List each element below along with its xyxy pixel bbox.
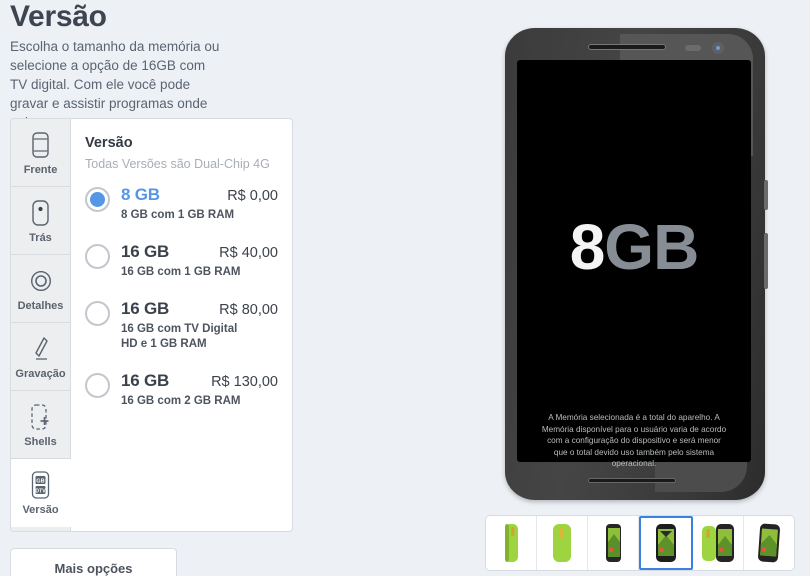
earpiece-speaker-icon	[588, 44, 666, 50]
option-price: R$ 80,00	[219, 302, 278, 318]
option-row-16gb-2gbram[interactable]: 16 GB R$ 130,00 16 GB com 2 GB RAM	[85, 371, 278, 409]
front-camera-icon	[712, 42, 724, 54]
tab-shells[interactable]: Shells	[11, 391, 70, 459]
option-size: 16 GB	[121, 371, 170, 390]
option-details: 8 GB R$ 0,00 8 GB com 1 GB RAM	[121, 185, 278, 223]
option-details: 16 GB R$ 130,00 16 GB com 2 GB RAM	[121, 371, 278, 409]
phone-back-icon	[28, 198, 54, 228]
option-details: 16 GB R$ 40,00 16 GB com 1 GB RAM	[121, 242, 278, 280]
left-column: Versão Escolha o tamanho da memória ou s…	[0, 0, 300, 576]
radio-8gb[interactable]	[85, 187, 110, 212]
phone-back-green-flat-icon	[553, 524, 571, 562]
volume-button[interactable]	[764, 233, 768, 289]
shell-plus-icon	[28, 402, 54, 432]
thumbnail-front-angled-left[interactable]	[588, 516, 639, 570]
gb-dtv-icon: GB DTV	[28, 470, 54, 500]
tab-frente[interactable]: Frente	[11, 119, 70, 187]
option-row-16gb-1gbram[interactable]: 16 GB R$ 40,00 16 GB com 1 GB RAM	[85, 242, 278, 280]
phone-preview: 8GB A Memória selecionada é a total do a…	[505, 28, 768, 500]
tab-label: Versão	[22, 504, 59, 516]
bottom-speaker-icon	[588, 478, 676, 483]
version-options-panel: Versão Todas Versões são Dual-Chip 4G 8 …	[71, 119, 292, 531]
pen-engrave-icon	[28, 334, 54, 364]
tab-label: Detalhes	[17, 299, 64, 312]
tab-label: Frente	[23, 163, 58, 176]
tab-detalhes[interactable]: Detalhes	[11, 255, 70, 323]
memory-disclaimer: A Memória selecionada é a total do apare…	[541, 413, 727, 468]
phone-front-angled-right-icon	[758, 523, 780, 563]
radio-16gb-tvdigital[interactable]	[85, 301, 110, 326]
tab-label: Trás	[29, 231, 52, 244]
svg-text:GB: GB	[36, 478, 44, 484]
thumbnail-front-angled-right[interactable]	[744, 516, 794, 570]
tab-label: Shells	[24, 435, 57, 448]
tab-label: Gravação	[15, 367, 66, 380]
options-title: Versão	[85, 135, 133, 151]
option-category-tabs: Frente Trás Detalhes Gravação Shells GB …	[11, 119, 71, 531]
option-price: R$ 0,00	[227, 188, 278, 204]
phone-screen: 8GB A Memória selecionada é a total do a…	[517, 60, 751, 468]
page-title: Versão	[10, 0, 107, 33]
power-button[interactable]	[764, 180, 768, 210]
thumbnail-strip	[485, 515, 795, 571]
option-details: 16 GB R$ 80,00 16 GB com TV Digital HD e…	[121, 299, 278, 352]
radio-16gb-2gbram[interactable]	[85, 373, 110, 398]
option-note: 16 GB com 2 GB RAM	[121, 395, 241, 407]
tab-tras[interactable]: Trás	[11, 187, 70, 255]
product-configurator-page: Versão Escolha o tamanho da memória ou s…	[0, 0, 810, 576]
phone-front-and-back-icon	[702, 524, 734, 562]
phone-body: 8GB A Memória selecionada é a total do a…	[505, 28, 768, 500]
option-price: R$ 130,00	[211, 374, 278, 390]
configuration-card: Frente Trás Detalhes Gravação Shells GB …	[10, 118, 293, 532]
phone-back-green-angled-icon	[505, 524, 518, 562]
option-note: 8 GB com 1 GB RAM	[121, 209, 235, 221]
phone-front-straight-icon	[656, 524, 676, 562]
tab-gravacao[interactable]: Gravação	[11, 323, 70, 391]
phone-front-icon	[28, 130, 54, 160]
phone-front-angled-left-icon	[606, 524, 621, 562]
option-note: 16 GB com TV Digital HD e 1 GB RAM	[121, 323, 238, 350]
target-rings-icon	[28, 266, 54, 296]
option-size: 16 GB	[121, 242, 170, 261]
radio-16gb-1gbram[interactable]	[85, 244, 110, 269]
option-size: 8 GB	[121, 185, 160, 204]
thumbnail-front-straight[interactable]	[639, 516, 693, 570]
proximity-sensor-icon	[685, 45, 701, 51]
svg-text:DTV: DTV	[35, 488, 46, 494]
thumbnail-back-green-angled[interactable]	[486, 516, 537, 570]
tab-versao[interactable]: GB DTV Versão	[11, 459, 71, 527]
option-price: R$ 40,00	[219, 245, 278, 261]
screen-capacity-number: 8	[569, 211, 606, 283]
more-options-label: Mais opções	[54, 560, 133, 576]
options-subtitle: Todas Versões são Dual-Chip 4G	[85, 157, 270, 171]
option-size: 16 GB	[121, 299, 170, 318]
option-note: 16 GB com 1 GB RAM	[121, 266, 241, 278]
screen-capacity-unit: GB	[604, 211, 699, 283]
option-row-16gb-tvdigital[interactable]: 16 GB R$ 80,00 16 GB com TV Digital HD e…	[85, 299, 278, 352]
option-row-8gb[interactable]: 8 GB R$ 0,00 8 GB com 1 GB RAM	[85, 185, 278, 223]
screen-capacity-display: 8GB	[517, 215, 751, 279]
thumbnail-front-and-back[interactable]	[693, 516, 744, 570]
thumbnail-back-green-flat[interactable]	[537, 516, 588, 570]
more-options-button[interactable]: Mais opções	[10, 548, 177, 576]
